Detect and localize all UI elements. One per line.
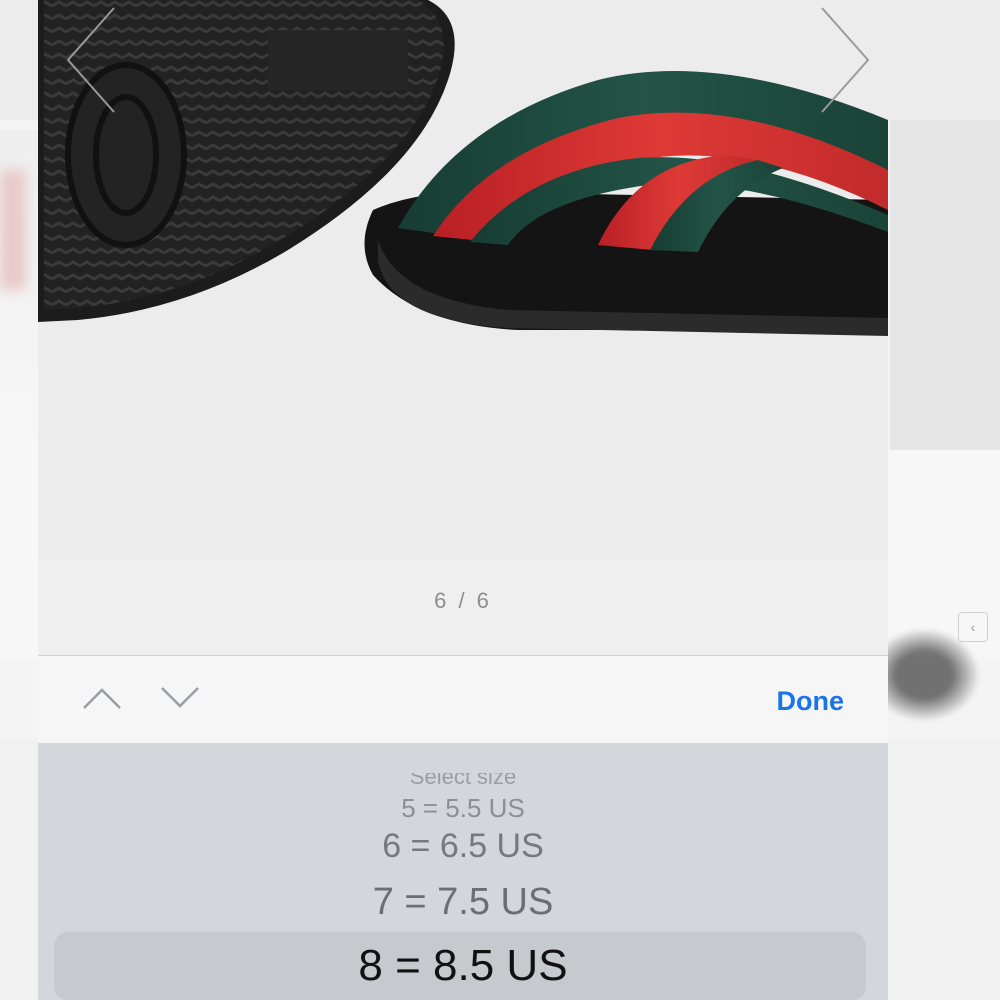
chevron-right-icon[interactable] (814, 4, 874, 114)
picker-option[interactable]: 6 = 6.5 US (38, 827, 888, 866)
chevron-down-icon[interactable] (158, 678, 202, 718)
picker-option[interactable]: Select size (38, 773, 888, 789)
image-counter: 6 / 6 (434, 588, 492, 613)
product-photo[interactable] (38, 0, 888, 560)
background-right-image (890, 120, 1000, 450)
slide-sandal-image (38, 0, 888, 560)
done-button[interactable]: Done (777, 686, 845, 717)
background-icon: ‹ (958, 612, 988, 642)
picker-option[interactable]: 5 = 5.5 US (38, 793, 888, 824)
product-gallery-sheet: 6 / 6 Done Select size 5 = 5.5 US 6 = 6.… (38, 0, 888, 1000)
size-picker-wheel[interactable]: Select size 5 = 5.5 US 6 = 6.5 US 7 = 7.… (38, 743, 888, 1000)
background-left-accent (0, 170, 26, 290)
chevron-up-icon[interactable] (80, 678, 124, 718)
chevron-left-icon[interactable] (62, 4, 122, 114)
picker-option-selected[interactable]: 8 = 8.5 US (38, 941, 888, 991)
keyboard-toolbar: Done (38, 655, 888, 744)
picker-option[interactable]: 7 = 7.5 US (38, 881, 888, 924)
